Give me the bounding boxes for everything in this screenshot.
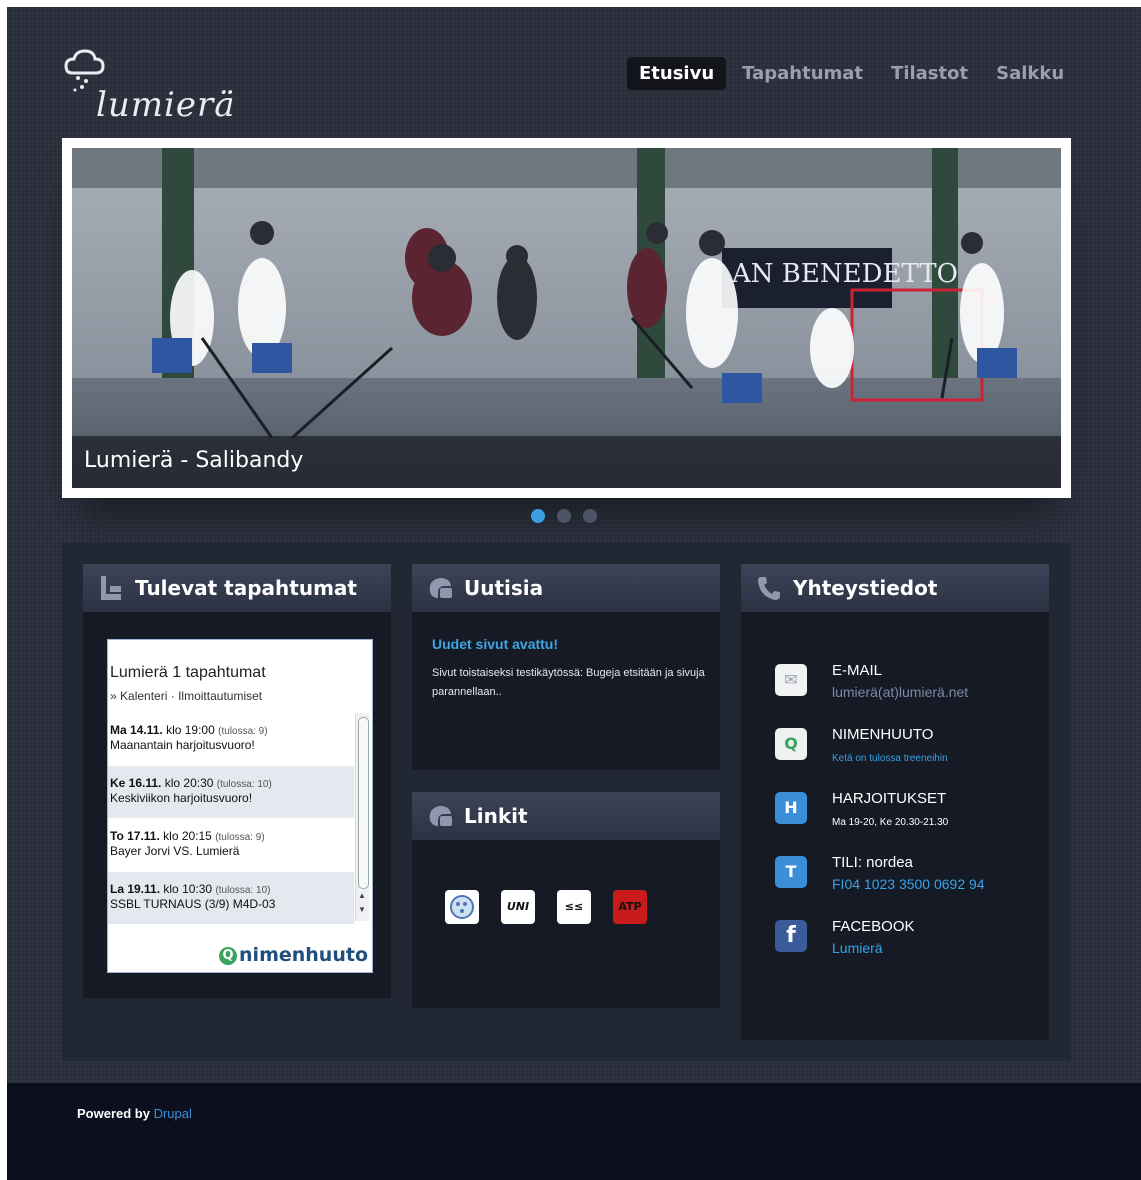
events-block: Tulevat tapahtumat Lumierä 1 tapahtumat …: [83, 564, 391, 998]
news-block: Uutisia Uudet sivut avattu! Sivut toista…: [412, 564, 720, 770]
speech-bubble-icon: [429, 578, 452, 598]
contact-label: HARJOITUKSET: [832, 790, 947, 807]
harjoitukset-icon: H: [775, 792, 807, 824]
contact-value-nimenhuuto[interactable]: Ketä on tulossa treeneihin: [832, 753, 948, 764]
event-day: Ke 16.11.: [110, 776, 162, 790]
scroll-up-icon[interactable]: ▲: [358, 891, 366, 900]
contact-heading: Yhteystiedot: [793, 576, 938, 600]
contact-value-email[interactable]: lumierä(at)lumierä.net: [832, 684, 968, 700]
widget-link-ilmoittautumiset[interactable]: Ilmoittautumiset: [178, 689, 262, 703]
links-heading: Linkit: [464, 804, 528, 828]
slide-dot-1[interactable]: [531, 509, 545, 523]
footer-powered-by: Powered by: [77, 1106, 150, 1121]
contact-block: Yhteystiedot ✉ E-MAIL lumierä(at)lumierä…: [741, 564, 1049, 1040]
event-count: (tulossa: 10): [216, 779, 272, 790]
slide-dot-3[interactable]: [583, 509, 597, 523]
contact-item-nimenhuuto: Q NIMENHUUTO Ketä on tulossa treeneihin: [775, 726, 1055, 778]
site-logo[interactable]: lumierä: [62, 45, 282, 125]
footer-drupal-link[interactable]: Drupal: [154, 1106, 192, 1121]
event-time: klo 19:00: [166, 723, 215, 737]
widget-scrollbar[interactable]: ▲ ▼: [355, 713, 369, 921]
contact-item-tili: T TILI: nordea FI04 1023 3500 0692 94: [775, 854, 1055, 906]
nimenhuuto-icon: Q: [775, 728, 807, 760]
contact-value-harjoitukset: Ma 19-20, Ke 20.30-21.30: [832, 817, 949, 828]
nav-item-salkku[interactable]: Salkku: [984, 57, 1076, 90]
hero-caption: Lumierä - Salibandy: [84, 448, 304, 473]
nimenhuuto-widget: Lumierä 1 tapahtumat » Kalenteri · Ilmoi…: [107, 639, 373, 973]
facebook-icon: f: [775, 920, 807, 952]
contact-item-email: ✉ E-MAIL lumierä(at)lumierä.net: [775, 662, 1055, 714]
nimenhuuto-logo-mark: Q: [219, 947, 238, 965]
event-day: To 17.11.: [110, 829, 160, 843]
links-block-header: Linkit: [412, 792, 720, 840]
nav-item-tilastot[interactable]: Tilastot: [879, 57, 980, 90]
nimenhuuto-logo-text: nimenhuuto: [239, 944, 368, 966]
contact-label: TILI: nordea: [832, 854, 913, 871]
contact-label: NIMENHUUTO: [832, 726, 934, 743]
contact-block-header: Yhteystiedot: [741, 564, 1049, 612]
event-title: Bayer Jorvi VS. Lumierä: [110, 844, 240, 858]
event-time: klo 20:15: [163, 829, 212, 843]
event-count: (tulossa: 9): [215, 832, 265, 843]
contact-label: E-MAIL: [832, 662, 883, 679]
hero-banner-text: AN BENEDETTO: [731, 259, 958, 289]
slideshow-pager: [531, 509, 597, 523]
footer-text: Powered by Drupal: [77, 1106, 192, 1121]
hero-photo: AN BENEDETTO Lumierä - Salibandy: [72, 148, 1061, 488]
speech-bubble-icon: [429, 806, 452, 826]
event-row[interactable]: Ma 14.11. klo 19:00 (tulossa: 9) Maanant…: [108, 713, 354, 765]
site-footer: Powered by Drupal: [7, 1083, 1141, 1180]
atp-logo-icon[interactable]: ATP: [613, 890, 647, 924]
news-article-body: Sivut toistaiseksi testikäytössä: Bugeja…: [432, 667, 705, 698]
scroll-down-icon[interactable]: ▼: [358, 905, 366, 914]
contact-item-facebook: f FACEBOOK Lumierä: [775, 918, 1055, 970]
event-count: (tulossa: 9): [218, 726, 268, 737]
phone-icon: [758, 577, 780, 600]
contact-value-facebook[interactable]: Lumierä: [832, 940, 883, 956]
event-row[interactable]: To 17.11. klo 20:15 (tulossa: 9) Bayer J…: [108, 819, 354, 871]
main-nav: Etusivu Tapahtumat Tilastot Salkku: [627, 57, 1076, 90]
contact-value-tili: FI04 1023 3500 0692 94: [832, 876, 985, 892]
news-article-title[interactable]: Uudet sivut avattu!: [432, 636, 558, 652]
widget-links-prefix: »: [110, 689, 117, 703]
page-frame: lumierä Etusivu Tapahtumat Tilastot Salk…: [7, 7, 1141, 1180]
nimenhuuto-logo[interactable]: Qnimenhuuto: [219, 944, 368, 966]
event-time: klo 20:30: [164, 776, 214, 790]
contact-label: FACEBOOK: [832, 918, 915, 935]
tili-icon: T: [775, 856, 807, 888]
event-count: (tulossa: 10): [215, 885, 271, 896]
hero-slideshow[interactable]: AN BENEDETTO Lumierä - Salibandy: [62, 138, 1071, 498]
unihoc-logo-icon[interactable]: UNI: [501, 890, 535, 924]
event-day: La 19.11.: [110, 882, 161, 896]
event-row[interactable]: Ke 16.11. klo 20:30 (tulossa: 10) Keskiv…: [108, 766, 354, 818]
slide-dot-2[interactable]: [557, 509, 571, 523]
nav-item-etusivu[interactable]: Etusivu: [627, 57, 727, 90]
calendar-chair-icon: [101, 576, 121, 600]
events-heading: Tulevat tapahtumat: [135, 576, 357, 600]
widget-title: Lumierä 1 tapahtumat: [110, 664, 266, 681]
exel-logo-icon[interactable]: ≤≤: [557, 890, 591, 924]
widget-scroll-thumb[interactable]: [358, 717, 369, 889]
hero-caption-bar: Lumierä - Salibandy: [72, 436, 1061, 488]
event-title: Keskiviikon harjoitusvuoro!: [110, 791, 253, 805]
links-block: Linkit UNI ≤≤ ATP: [412, 792, 720, 1008]
content-panel: Tulevat tapahtumat Lumierä 1 tapahtumat …: [62, 543, 1071, 1061]
news-heading: Uutisia: [464, 576, 544, 600]
contact-item-harjoitukset: H HARJOITUKSET Ma 19-20, Ke 20.30-21.30: [775, 790, 1055, 842]
events-block-header: Tulevat tapahtumat: [83, 564, 391, 612]
nav-item-tapahtumat[interactable]: Tapahtumat: [730, 57, 875, 90]
event-title: Maanantain harjoitusvuoro!: [110, 738, 255, 752]
logo-wordmark: lumierä: [96, 85, 236, 125]
event-day: Ma 14.11.: [110, 723, 163, 737]
widget-links-separator: ·: [170, 689, 175, 703]
event-time: klo 10:30: [163, 882, 213, 896]
event-title: SSBL TURNAUS (3/9) M4D-03: [110, 897, 276, 911]
news-block-header: Uutisia: [412, 564, 720, 612]
widget-link-kalenteri[interactable]: Kalenteri: [120, 689, 167, 703]
email-icon: ✉: [775, 664, 807, 696]
event-row[interactable]: La 19.11. klo 10:30 (tulossa: 10) SSBL T…: [108, 872, 354, 924]
floorball-ball-icon[interactable]: [445, 890, 479, 924]
widget-links: » Kalenteri · Ilmoittautumiset: [110, 689, 262, 703]
